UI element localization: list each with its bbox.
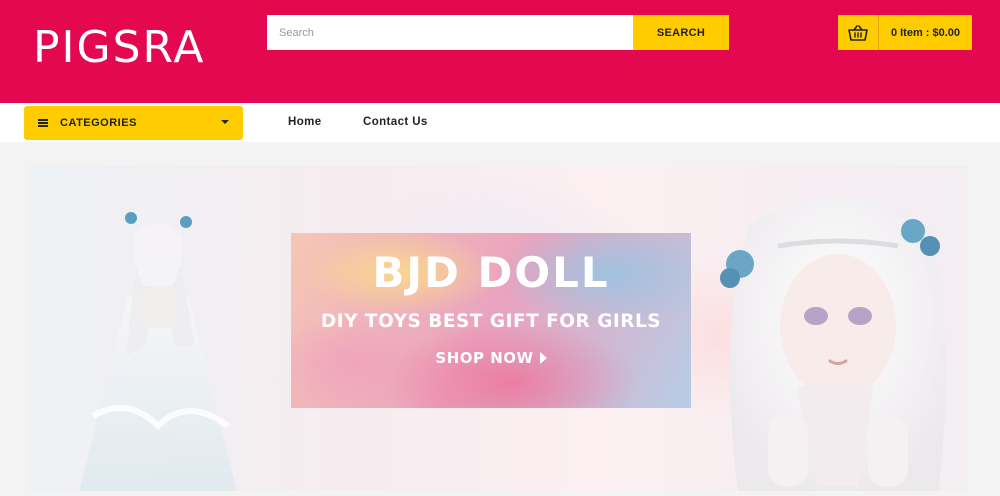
search-button[interactable]: SEARCH <box>633 15 729 50</box>
nav-link-contact-us[interactable]: Contact Us <box>363 116 428 128</box>
search-input[interactable] <box>267 15 633 50</box>
basket-icon <box>838 15 879 50</box>
nav-link-home[interactable]: Home <box>288 116 322 128</box>
menu-icon <box>38 119 48 127</box>
play-arrow-icon <box>539 352 547 364</box>
site-logo[interactable]: PIGSRA <box>33 26 205 70</box>
doll-image-right <box>720 196 946 491</box>
main-navbar: CATEGORIES <box>0 103 1000 142</box>
cart-button[interactable]: 0 Item : $0.00 <box>838 15 972 50</box>
caret-down-icon <box>221 120 229 124</box>
doll-image-left <box>79 212 237 491</box>
categories-label: CATEGORIES <box>60 117 137 129</box>
hero-promo-card: BJD DOLL DIY TOYS BEST GIFT FOR GIRLS SH… <box>291 233 691 408</box>
site-header: PIGSRA SEARCH 0 Item : $0.00 <box>0 0 1000 103</box>
shop-now-label: SHOP NOW <box>435 349 534 367</box>
categories-dropdown[interactable]: CATEGORIES <box>24 106 243 140</box>
shop-now-link[interactable]: SHOP NOW <box>291 349 691 367</box>
hero-banner[interactable]: BJD DOLL DIY TOYS BEST GIFT FOR GIRLS SH… <box>28 166 968 491</box>
search-bar: SEARCH <box>267 15 729 50</box>
hero-subtitle: DIY TOYS BEST GIFT FOR GIRLS <box>320 311 662 332</box>
hero-title: BJD DOLL <box>372 248 610 297</box>
cart-summary: 0 Item : $0.00 <box>890 26 961 39</box>
